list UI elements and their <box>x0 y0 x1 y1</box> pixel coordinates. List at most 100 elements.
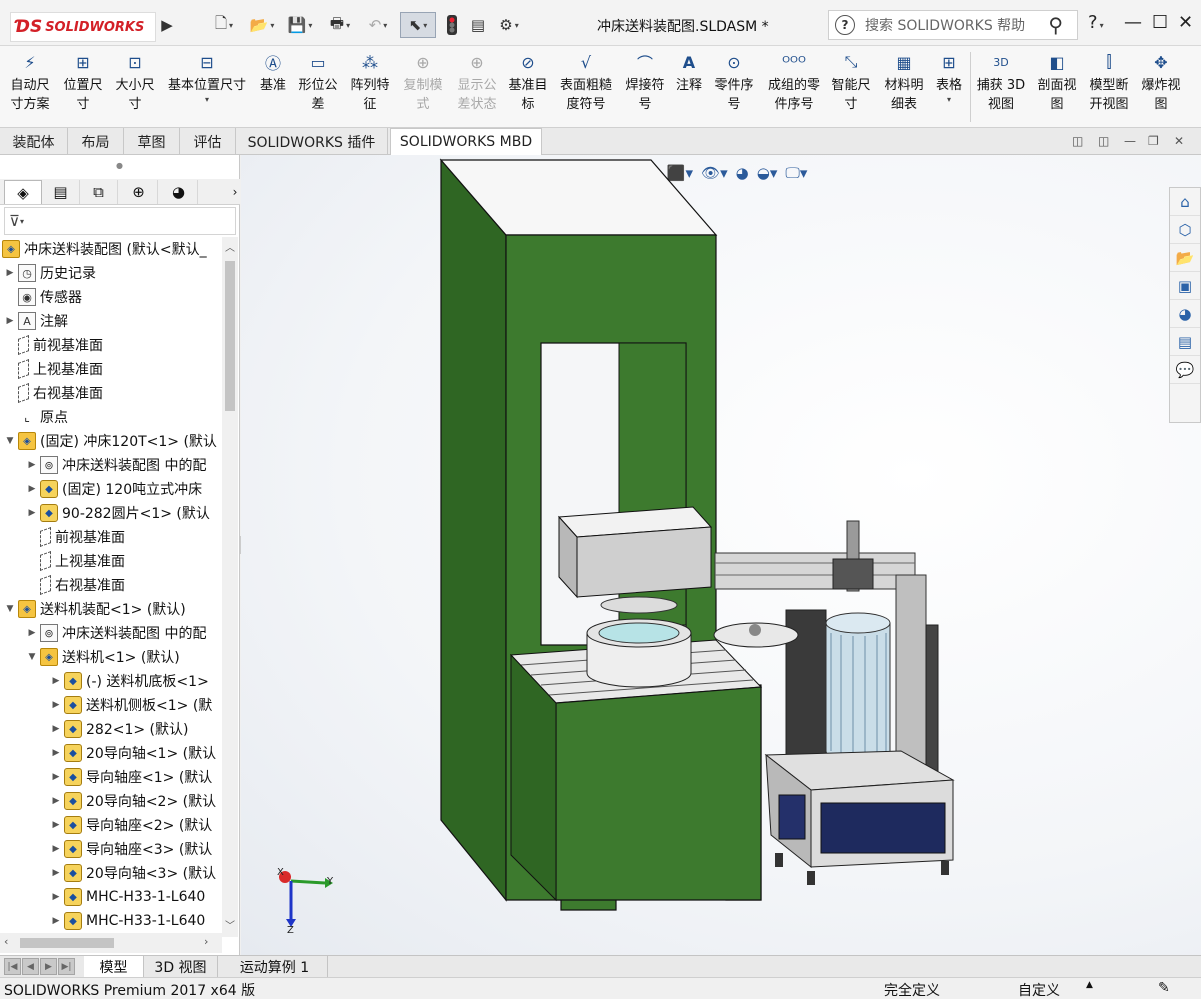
note-button[interactable]: A 注释 <box>672 50 706 124</box>
units-dropdown-icon[interactable]: ▲ <box>1086 980 1093 990</box>
pattern-feature-button[interactable]: ⁂ 阵列特 征 <box>344 50 396 124</box>
tree-item-press-mates[interactable]: ▶ ⊚ 冲床送料装配图 中的配 <box>26 453 206 477</box>
tab-solidworks-addins[interactable]: SOLIDWORKS 插件 <box>236 128 388 155</box>
tree-filter-box[interactable]: ⊽ ▾ <box>4 207 236 235</box>
tab-assembly[interactable]: 装配体 <box>0 128 68 155</box>
viewport-restore-icon[interactable]: ◫ <box>1072 134 1083 148</box>
datum-button[interactable]: Ⓐ 基准 <box>254 50 292 124</box>
tab-motion-study[interactable]: 运动算例 1 <box>222 956 328 978</box>
viewport-minimize-button[interactable]: — <box>1124 134 1136 148</box>
save-icon[interactable]: 💾 ▾ <box>284 12 316 38</box>
options-gear-icon[interactable]: ⚙ ▾ <box>494 12 524 38</box>
surface-finish-button[interactable]: √ 表面粗糙 度符号 <box>554 50 618 124</box>
size-dimension-button[interactable]: ⊡ 大小尺 寸 <box>110 50 160 124</box>
panel-grip-icon[interactable]: ● <box>116 161 123 170</box>
tree-item-part[interactable]: ▶ ◆ 导向轴座<1> (默认 <box>50 765 212 789</box>
tab-evaluate[interactable]: 评估 <box>180 128 236 155</box>
tree-item-disc-part[interactable]: ▶ ◆ 90-282圆片<1> (默认 <box>26 501 210 525</box>
last-tab-arrow[interactable]: ▶| <box>58 958 75 975</box>
scrollbar-thumb[interactable] <box>225 261 235 411</box>
quick-tips-icon[interactable]: ✎ <box>1158 980 1170 996</box>
view-palette-icon[interactable]: ▣ <box>1170 272 1200 300</box>
solidworks-resources-home-icon[interactable]: ⌂ <box>1170 188 1200 216</box>
scroll-left-arrow[interactable]: ‹ <box>4 935 8 948</box>
location-dimension-button[interactable]: ⊞ 位置尺 寸 <box>58 50 108 124</box>
bom-button[interactable]: ▦ 材料明 细表 <box>878 50 930 124</box>
tree-horizontal-scrollbar[interactable]: ‹ › <box>0 933 222 953</box>
expand-arrow-icon[interactable]: ▶ <box>26 460 38 470</box>
basic-location-dimension-button[interactable]: ⊟ 基本位置尺寸 ▾ <box>162 50 252 124</box>
dimxpert-manager-tab-icon[interactable]: ⊕ <box>120 180 158 204</box>
feature-manager-tab-icon[interactable]: ◈ <box>4 180 42 204</box>
solidworks-logo[interactable]: ƊS SOLIDWORKS <box>10 12 156 42</box>
auto-dimension-button[interactable]: ⚡ 自动尺 寸方案 <box>4 50 56 124</box>
table-button[interactable]: ⊞ 表格 ▾ <box>930 50 968 124</box>
expand-arrow-icon[interactable]: ▶ <box>50 844 62 854</box>
tree-item-right-plane[interactable]: 右视基准面 <box>4 381 103 405</box>
expand-arrow-icon[interactable]: ▶ <box>50 676 62 686</box>
appearances-scenes-icon[interactable]: ◕ <box>1170 300 1200 328</box>
help-search-box[interactable]: ? 搜索 SOLIDWORKS 帮助 ⚲ <box>828 10 1078 40</box>
display-manager-tab-icon[interactable]: ◕ <box>160 180 198 204</box>
tab-3d-view[interactable]: 3D 视图 <box>144 956 218 978</box>
tree-item-part[interactable]: ▶ ◆ 20导向轴<2> (默认 <box>50 789 216 813</box>
tree-item-sub-right-plane[interactable]: 右视基准面 <box>26 573 125 597</box>
minimize-button[interactable]: — <box>1124 12 1142 33</box>
tree-item-part[interactable]: ▶ ◆ 导向轴座<2> (默认 <box>50 813 212 837</box>
collapse-arrow-icon[interactable]: ▼ <box>4 604 16 614</box>
tree-item-press-part[interactable]: ▶ ◆ (固定) 120吨立式冲床 <box>26 477 202 501</box>
tree-item-sub-top-plane[interactable]: 上视基准面 <box>26 549 125 573</box>
tree-item-press-subassembly[interactable]: ▼ ◈ (固定) 冲床120T<1> (默认 <box>4 429 217 453</box>
show-tolerance-status-button[interactable]: ⊕ 显示公 差状态 <box>450 50 504 124</box>
tree-item-sub-front-plane[interactable]: 前视基准面 <box>26 525 125 549</box>
tree-item-front-plane[interactable]: 前视基准面 <box>4 333 103 357</box>
scroll-up-arrow[interactable]: ︿ <box>225 239 235 254</box>
tab-layout[interactable]: 布局 <box>68 128 124 155</box>
viewport-maximize-button[interactable]: ❐ <box>1148 134 1159 148</box>
section-view-button[interactable]: ◧ 剖面视 图 <box>1032 50 1082 124</box>
file-explorer-icon[interactable]: 📂 <box>1170 244 1200 272</box>
tree-item-history[interactable]: ▶ ◷ 历史记录 <box>4 261 96 285</box>
geometric-tolerance-button[interactable]: ▭ 形位公 差 <box>294 50 342 124</box>
viewport-close-button[interactable]: ✕ <box>1174 134 1184 148</box>
tree-item-part[interactable]: ▶ ◆ (-) 送料机底板<1> <box>50 669 209 693</box>
tree-item-top-plane[interactable]: 上视基准面 <box>4 357 103 381</box>
rebuild-traffic-light-icon[interactable] <box>444 12 460 38</box>
collapse-arrow-icon[interactable]: ▼ <box>26 652 38 662</box>
tree-item-part[interactable]: ▶ ◆ MHC-H33-1-L640 <box>50 885 205 909</box>
tab-solidworks-mbd[interactable]: SOLIDWORKS MBD <box>390 128 542 155</box>
property-manager-tab-icon[interactable]: ▤ <box>42 180 80 204</box>
exploded-view-button[interactable]: ✥ 爆炸视 图 <box>1136 50 1186 124</box>
capture-3d-view-button[interactable]: 3D 捕获 3D 视图 <box>972 50 1030 124</box>
datum-target-button[interactable]: ⊘ 基准目 标 <box>504 50 552 124</box>
scroll-right-arrow[interactable]: › <box>204 935 208 948</box>
smart-dimension-button[interactable]: ⤡ 智能尺 寸 <box>826 50 876 124</box>
tree-item-feeder[interactable]: ▼ ◈ 送料机<1> (默认) <box>26 645 180 669</box>
file-properties-icon[interactable]: ▤ <box>468 12 488 38</box>
stacked-balloon-button[interactable]: ᴼᴼᴼ 成组的零 件序号 <box>762 50 826 124</box>
close-button[interactable]: ✕ <box>1178 12 1193 33</box>
tree-item-annotations[interactable]: ▶ A 注解 <box>4 309 68 333</box>
expand-arrow-icon[interactable]: ▶ <box>50 820 62 830</box>
expand-arrow-icon[interactable]: ▶ <box>50 700 62 710</box>
configuration-manager-tab-icon[interactable]: ⧉ <box>80 180 118 204</box>
select-icon[interactable]: ⬉ ▾ <box>400 12 436 38</box>
tree-item-part[interactable]: ▶ ◆ 282<1> (默认) <box>50 717 188 741</box>
tree-vertical-scrollbar[interactable]: ︿ ﹀ <box>222 237 238 937</box>
print-icon[interactable]: 🖶 ▾ <box>324 12 356 38</box>
previous-tab-arrow[interactable]: ◀ <box>22 958 39 975</box>
search-icon[interactable]: ⚲ <box>1048 13 1063 37</box>
custom-properties-icon[interactable]: ▤ <box>1170 328 1200 356</box>
tab-sketch[interactable]: 草图 <box>124 128 180 155</box>
expand-arrow-icon[interactable]: ▶ <box>50 772 62 782</box>
tree-item-part[interactable]: ▶ ◆ 20导向轴<3> (默认 <box>50 861 216 885</box>
balloon-button[interactable]: ⊙ 零件序 号 <box>708 50 760 124</box>
tree-item-part[interactable]: ▶ ◆ 送料机侧板<1> (默 <box>50 693 212 717</box>
scrollbar-thumb[interactable] <box>20 938 114 948</box>
undo-icon[interactable]: ↶ ▾ <box>362 12 394 38</box>
design-library-icon[interactable]: ⬡ <box>1170 216 1200 244</box>
tree-root-assembly[interactable]: ◈ 冲床送料装配图 (默认<默认_ <box>2 237 207 261</box>
expand-arrow-icon[interactable]: ▶ <box>50 748 62 758</box>
expand-arrow-icon[interactable]: ▶ <box>50 892 62 902</box>
open-document-icon[interactable]: 📂 ▾ <box>246 12 278 38</box>
